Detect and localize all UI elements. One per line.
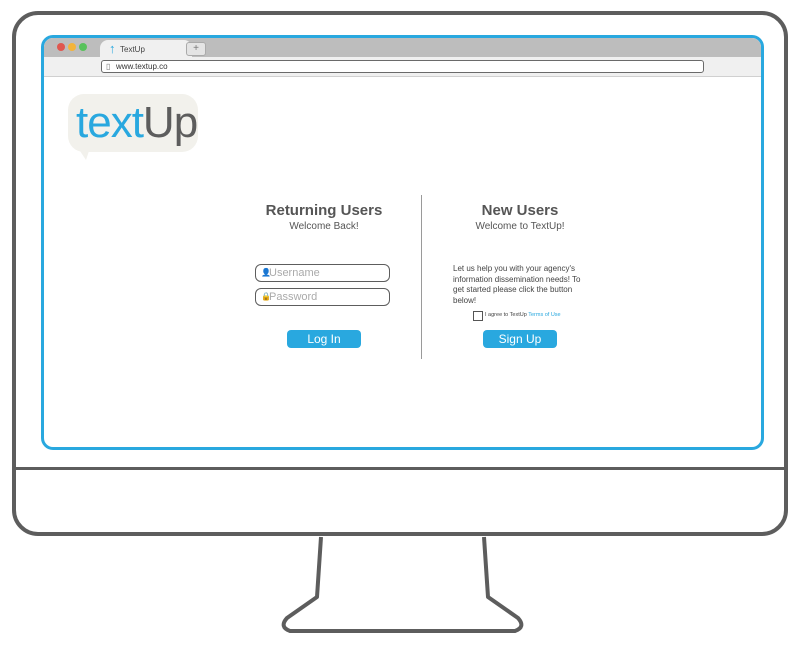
close-window-button[interactable] <box>57 43 65 51</box>
returning-users-title: Returning Users <box>265 202 383 219</box>
logo-bubble-tail <box>78 148 90 160</box>
minimize-window-button[interactable] <box>68 43 76 51</box>
new-users-title: New Users <box>481 202 559 219</box>
url-field[interactable]: ▯ www.textup.co <box>101 60 704 73</box>
address-bar: ▯ www.textup.co <box>44 57 761 77</box>
password-field[interactable]: 🔒 <box>255 288 390 306</box>
tab-label: TextUp <box>120 45 145 54</box>
page-icon: ▯ <box>106 62 111 71</box>
maximize-window-button[interactable] <box>79 43 87 51</box>
username-input[interactable] <box>269 266 384 280</box>
password-input[interactable] <box>269 290 384 304</box>
returning-users-subtitle: Welcome Back! <box>289 221 359 232</box>
url-text: www.textup.co <box>116 62 168 71</box>
logo-up-part: Up <box>142 98 198 147</box>
terms-label: I agree to TextUp <box>485 312 529 318</box>
new-tab-button[interactable]: + <box>186 42 206 56</box>
column-divider <box>421 195 422 359</box>
terms-checkbox[interactable] <box>473 311 483 321</box>
terms-of-use-link[interactable]: Terms of Use <box>528 312 560 318</box>
browser-window: ↑ TextUp + ▯ www.textup.co textUp Return… <box>41 35 764 450</box>
textup-logo[interactable]: textUp <box>76 98 198 148</box>
new-users-description: Let us help you with your agency's infor… <box>453 264 581 305</box>
terms-agreement: I agree to TextUp Terms of Use <box>485 311 561 320</box>
username-field[interactable]: 👤 <box>255 264 390 282</box>
arrow-up-icon: ↑ <box>109 41 116 56</box>
new-users-subtitle: Welcome to TextUp! <box>475 221 565 232</box>
tab-bar: ↑ TextUp + <box>44 38 761 59</box>
log-in-button[interactable]: Log In <box>287 330 361 348</box>
sign-up-button[interactable]: Sign Up <box>483 330 557 348</box>
logo-text-part: text <box>76 98 144 147</box>
